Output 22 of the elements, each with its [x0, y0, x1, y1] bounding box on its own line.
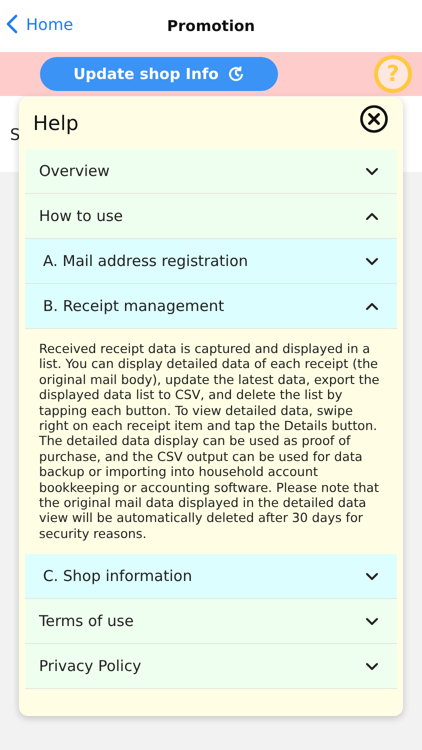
chevron-icon	[365, 256, 379, 266]
chevron-icon	[365, 166, 379, 176]
close-icon[interactable]	[359, 104, 389, 134]
back-link[interactable]: Home	[6, 14, 74, 34]
dialog-title: Help	[33, 111, 79, 135]
screen-title: Promotion	[167, 17, 255, 35]
chevron-icon	[365, 662, 379, 671]
chevron-icon	[365, 616, 379, 626]
chevron-icon	[365, 212, 379, 220]
refresh-icon	[226, 65, 245, 83]
help-paragraph: Received receipt data is captured and displayed in a list. You can display detailed data of each receipt (the original mail body), update the latest data, export the displayed data list to CSV, and delete the list by tapping each button. To view detailed data, swipe right on each receipt item and tap the Details button. The detailed data display can be used as proof of purchase, and the CSV output can be used for data backup or importing into household account bookkeeping or accounting software. Please note that the original mail data displayed in the detailed data view will be automatically deleted after 30 days for security reasons.	[38, 340, 380, 543]
subsection-row[interactable]: A. Mail address registration	[25, 239, 397, 284]
section-row[interactable]: Privacy Policy	[25, 644, 397, 690]
row-label: S	[10, 124, 20, 144]
subsection-row[interactable]: B. Receipt management	[25, 284, 397, 329]
chevron-icon	[365, 302, 379, 310]
section-row[interactable]: Terms of use	[25, 599, 397, 644]
section-row[interactable]: Overview	[25, 149, 397, 194]
back-chevron-icon	[6, 14, 18, 34]
chevron-icon	[365, 572, 379, 581]
subsection-row[interactable]: C. Shop information	[25, 554, 397, 600]
section-row[interactable]: How to use	[25, 194, 397, 239]
